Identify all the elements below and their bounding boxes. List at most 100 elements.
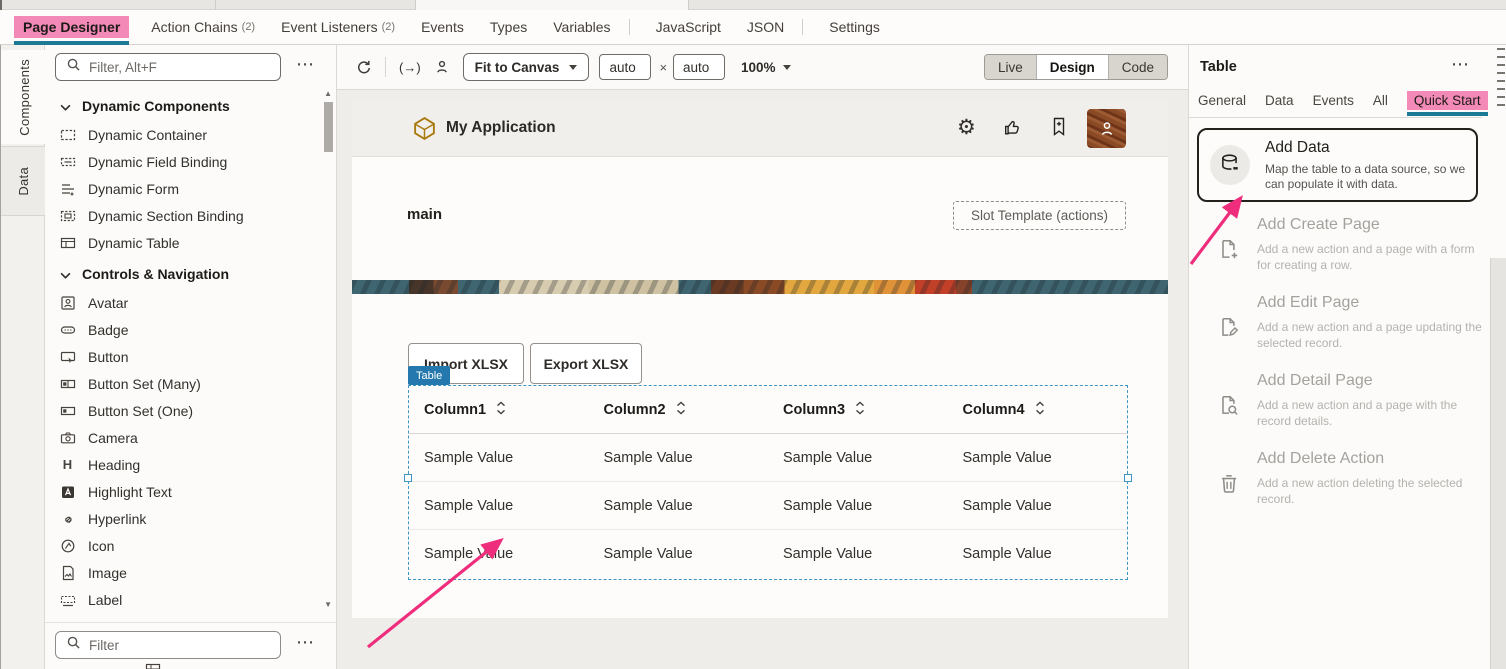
table-cell[interactable]: Sample Value — [768, 434, 948, 482]
hero-banner-image[interactable] — [352, 280, 1168, 294]
chevron-down-icon — [60, 98, 71, 114]
component-dynamic-container[interactable]: Dynamic Container — [45, 121, 325, 148]
table-cell[interactable]: Sample Value — [948, 434, 1128, 482]
rail-tab-components[interactable]: Components — [1, 50, 47, 144]
selection-handle-left[interactable] — [404, 474, 412, 482]
gear-icon[interactable]: ⚙ — [957, 113, 976, 142]
component-dynamic-section-binding[interactable]: Dynamic Section Binding — [45, 202, 325, 229]
tab-event-listeners[interactable]: Event Listeners(2) — [281, 19, 395, 35]
properties-overflow-menu[interactable]: ⋯ — [1451, 54, 1471, 75]
code-preview-icon[interactable]: (→) — [399, 60, 421, 75]
quickstart-add-data-card[interactable]: Add Data Map the table to a data source,… — [1197, 128, 1478, 202]
properties-tab-quick-start[interactable]: Quick Start — [1407, 91, 1488, 110]
rail-tab-data[interactable]: Data — [1, 146, 46, 216]
structure-overflow-menu[interactable]: ⋯ — [296, 632, 316, 653]
tab-variables[interactable]: Variables — [553, 19, 610, 35]
canvas-width-input[interactable] — [599, 54, 651, 80]
component-avatar[interactable]: Avatar — [45, 289, 325, 316]
tab-events[interactable]: Events — [421, 19, 464, 35]
properties-tab-events[interactable]: Events — [1313, 93, 1354, 108]
table-component[interactable]: Column1 Column2 Column3 Column4 Sample V… — [408, 385, 1128, 580]
user-role-icon[interactable] — [434, 59, 450, 75]
quickstart-description: Map the table to a data source, so we ca… — [1265, 162, 1477, 192]
mode-live-button[interactable]: Live — [985, 55, 1036, 79]
component-button-set-one[interactable]: Button Set (One) — [45, 397, 325, 424]
selection-handle-right[interactable] — [1124, 474, 1132, 482]
avatar-icon — [59, 294, 76, 311]
properties-tab-general[interactable]: General — [1198, 93, 1246, 108]
mode-switcher: Live Design Code — [984, 54, 1168, 80]
section-controls-navigation[interactable]: Controls & Navigation — [45, 259, 325, 289]
button-set-one-icon — [59, 402, 76, 419]
design-canvas-page[interactable]: My Application ⚙ main Slot Template (act… — [352, 100, 1168, 618]
section-dynamic-components[interactable]: Dynamic Components — [45, 91, 325, 121]
component-button[interactable]: Button — [45, 343, 325, 370]
scrollbar-thumb[interactable] — [324, 102, 333, 152]
tab-json[interactable]: JSON — [747, 19, 784, 35]
column-header-1[interactable]: Column1 — [409, 386, 589, 434]
component-heading[interactable]: H Heading — [45, 451, 325, 478]
table-cell[interactable]: Sample Value — [409, 434, 589, 482]
sort-icon[interactable] — [496, 401, 506, 419]
canvas-height-input[interactable] — [673, 54, 725, 80]
right-scrollbar-track[interactable] — [1490, 258, 1506, 669]
component-hyperlink[interactable]: Hyperlink — [45, 505, 325, 532]
scrollbar-up-arrow[interactable]: ▲ — [324, 89, 332, 98]
component-badge[interactable]: Badge — [45, 316, 325, 343]
page-heading-component[interactable]: main — [407, 206, 442, 223]
scrollbar-down-arrow[interactable]: ▼ — [324, 600, 332, 609]
component-label[interactable]: Label — [45, 586, 325, 613]
zoom-dropdown[interactable]: 100% — [741, 60, 791, 75]
component-dynamic-table[interactable]: Dynamic Table — [45, 229, 325, 256]
refresh-icon[interactable] — [355, 59, 372, 76]
upper-active-tab[interactable] — [416, 0, 688, 10]
page-designer-app: Page Designer Action Chains(2) Event Lis… — [0, 0, 1506, 669]
component-camera[interactable]: Camera — [45, 424, 325, 451]
table-cell[interactable]: Sample Value — [409, 530, 589, 578]
table-cell[interactable]: Sample Value — [948, 482, 1128, 530]
sort-icon[interactable] — [676, 401, 686, 419]
slot-template-placeholder[interactable]: Slot Template (actions) — [953, 201, 1126, 230]
mode-code-button[interactable]: Code — [1108, 55, 1167, 79]
component-image[interactable]: Image — [45, 559, 325, 586]
table-cell[interactable]: Sample Value — [768, 482, 948, 530]
column-header-3[interactable]: Column3 — [768, 386, 948, 434]
table-cell[interactable]: Sample Value — [589, 434, 769, 482]
fit-to-canvas-dropdown[interactable]: Fit to Canvas — [463, 53, 590, 81]
table-cell[interactable]: Sample Value — [409, 482, 589, 530]
thumbs-up-icon[interactable] — [1002, 117, 1023, 143]
table-cell[interactable]: Sample Value — [589, 530, 769, 578]
quickstart-description: Add a new action and a page with the rec… — [1257, 398, 1489, 429]
properties-tab-data[interactable]: Data — [1265, 93, 1294, 108]
app-header[interactable]: My Application ⚙ — [352, 100, 1168, 157]
table-cell[interactable]: Sample Value — [948, 530, 1128, 578]
column-header-4[interactable]: Column4 — [948, 386, 1128, 434]
table-cell[interactable]: Sample Value — [768, 530, 948, 578]
column-header-2[interactable]: Column2 — [589, 386, 769, 434]
components-overflow-menu[interactable]: ⋯ — [296, 54, 316, 75]
table-cell[interactable]: Sample Value — [589, 482, 769, 530]
component-highlight-text[interactable]: Highlight Text — [45, 478, 325, 505]
tab-settings[interactable]: Settings — [829, 19, 880, 35]
bookmark-plus-icon[interactable] — [1049, 116, 1069, 142]
quickstart-add-delete-action: Add Delete Action Add a new action delet… — [1197, 450, 1482, 520]
component-dynamic-form[interactable]: Dynamic Form — [45, 175, 325, 202]
component-icon[interactable]: Icon — [45, 532, 325, 559]
clipped-list-item[interactable] — [145, 663, 161, 669]
sort-icon[interactable] — [1035, 401, 1045, 419]
mode-design-button[interactable]: Design — [1036, 55, 1108, 79]
sort-icon[interactable] — [855, 401, 865, 419]
export-xlsx-button[interactable]: Export XLSX — [530, 343, 642, 384]
properties-tab-all[interactable]: All — [1373, 93, 1388, 108]
page-pencil-icon — [1217, 316, 1241, 345]
tab-javascript[interactable]: JavaScript — [656, 19, 721, 35]
tab-page-designer[interactable]: Page Designer — [14, 16, 129, 38]
tab-action-chains[interactable]: Action Chains(2) — [151, 19, 255, 35]
component-dynamic-field-binding[interactable]: Dynamic Field Binding — [45, 148, 325, 175]
button-set-many-icon — [59, 375, 76, 392]
tab-types[interactable]: Types — [490, 19, 527, 35]
components-filter-input[interactable] — [89, 60, 270, 75]
component-button-set-many[interactable]: Button Set (Many) — [45, 370, 325, 397]
structure-filter-input[interactable] — [89, 638, 270, 653]
user-avatar[interactable] — [1087, 109, 1126, 148]
